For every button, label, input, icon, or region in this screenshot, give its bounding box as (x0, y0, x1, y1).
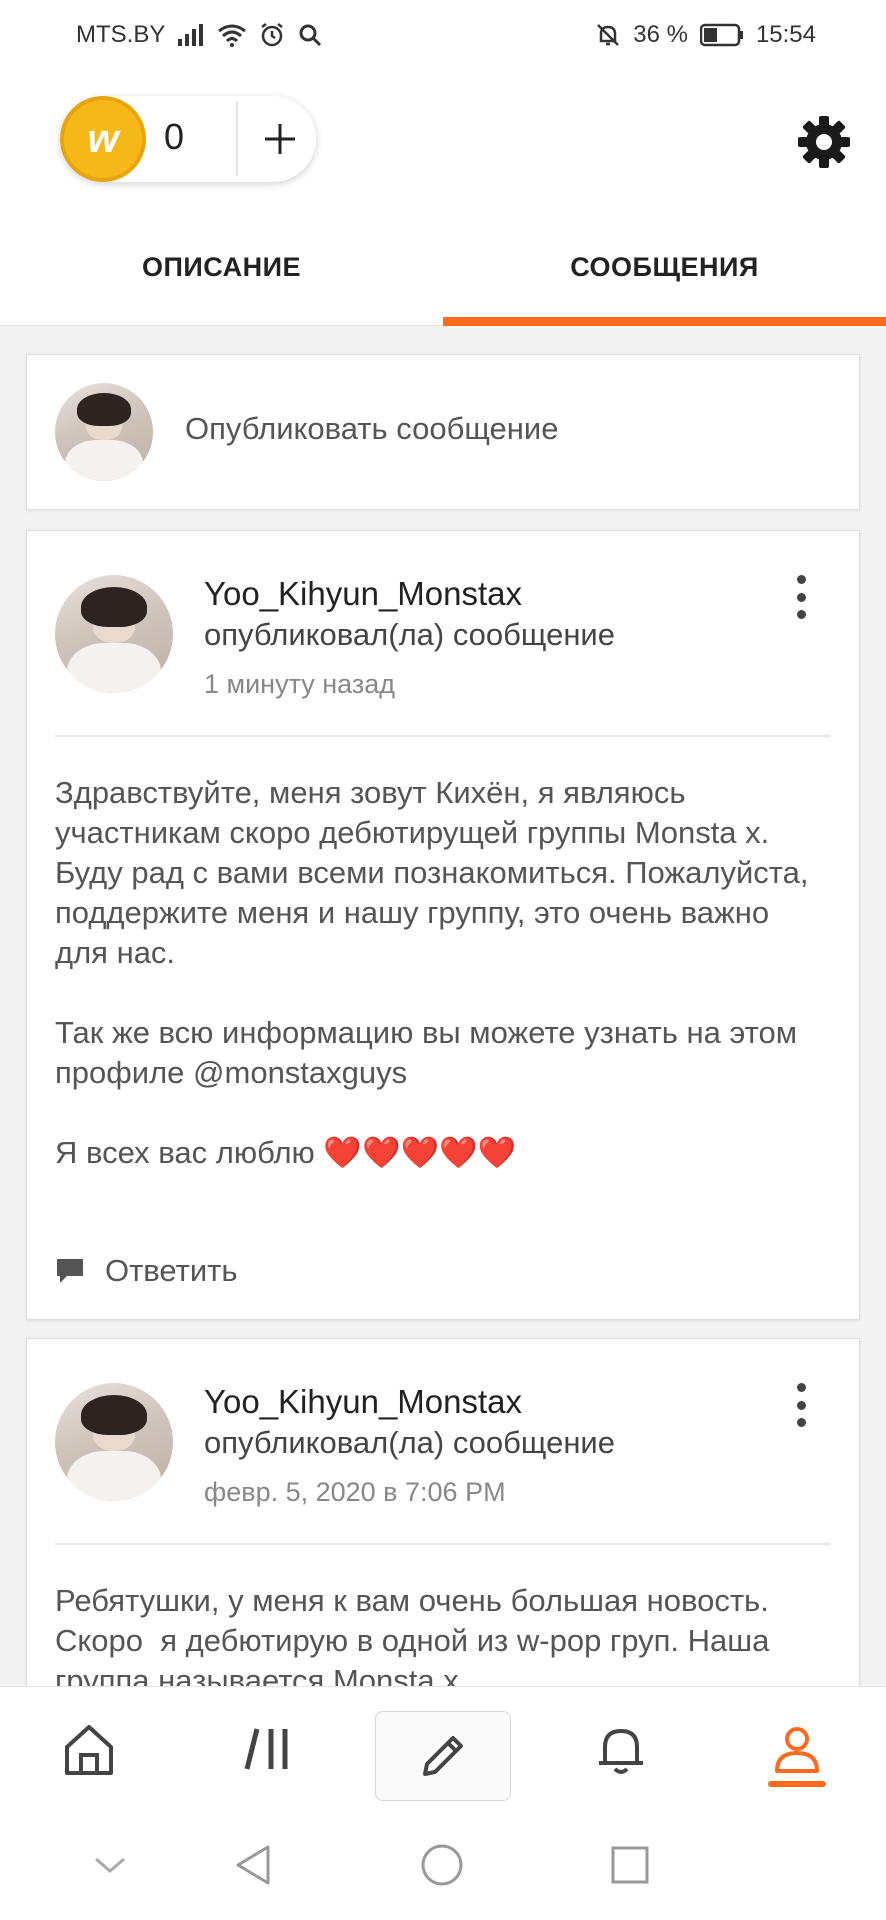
hide-keyboard-button[interactable] (80, 1840, 140, 1890)
buy-coins-button[interactable] (250, 104, 310, 174)
message-card: Yoo_Kihyun_Monstax опубликовал(ла) сообщ… (26, 1338, 860, 1718)
nav-profile[interactable] (752, 1707, 842, 1791)
nav-notifications[interactable] (576, 1707, 666, 1791)
message-action: опубликовал(ла) сообщение (204, 617, 615, 652)
home-icon (65, 1725, 113, 1775)
recents-icon (611, 1846, 649, 1884)
nav-library[interactable] (222, 1707, 312, 1791)
nav-write[interactable] (375, 1711, 511, 1801)
message-author[interactable]: Yoo_Kihyun_Monstax (204, 575, 522, 613)
recents-button[interactable] (600, 1840, 660, 1890)
tab-description[interactable]: ОПИСАНИЕ (0, 210, 443, 325)
notifications-icon (599, 1729, 643, 1774)
battery-percent: 36 % (633, 21, 688, 48)
gear-icon (798, 116, 850, 168)
hide-keyboard-icon (95, 1857, 125, 1873)
comment-icon (57, 1259, 83, 1283)
message-paragraph: Я всех вас люблю ❤️❤️❤️❤️❤️ (55, 1135, 517, 1170)
back-button[interactable] (224, 1840, 284, 1890)
status-left: MTS.BY (76, 21, 323, 49)
active-tab-indicator (768, 1781, 826, 1787)
coin-icon: w (60, 96, 146, 182)
status-right: 36 % 15:54 (595, 21, 816, 49)
app-header: w 0 (0, 70, 886, 210)
tab-messages[interactable]: СООБЩЕНИЯ (443, 210, 886, 326)
message-body: Здравствуйте, меня зовут Кихён, я являюс… (55, 773, 829, 1213)
settings-button[interactable] (796, 114, 852, 170)
reply-label: Ответить (105, 1253, 238, 1288)
home-system-button[interactable] (412, 1840, 472, 1890)
coin-wallet[interactable]: w 0 (60, 96, 316, 182)
bottom-nav (0, 1686, 886, 1810)
coin-letter: w (87, 116, 119, 161)
message-action: опубликовал(ла) сообщение (204, 1425, 615, 1460)
message-time: 1 минуту назад (204, 669, 396, 699)
avatar[interactable] (55, 1383, 173, 1501)
status-bar: MTS.BY 36 % 15:54 (0, 0, 886, 70)
compose-placeholder[interactable]: Опубликовать сообщение (185, 411, 558, 447)
reply-button[interactable]: Ответить (55, 1253, 238, 1289)
avatar[interactable] (55, 575, 173, 693)
message-paragraph: Здравствуйте, меня зовут Кихён, я являюс… (55, 775, 818, 970)
divider (55, 1543, 831, 1545)
divider (55, 735, 831, 737)
more-options-icon[interactable] (791, 1383, 811, 1427)
library-icon (244, 1728, 288, 1770)
profile-icon (775, 1727, 819, 1773)
message-paragraph: Ребятушки, у меня к вам очень большая но… (55, 1583, 779, 1698)
mute-icon (595, 22, 621, 48)
compose-card[interactable]: Опубликовать сообщение (26, 354, 860, 510)
alarm-icon (259, 22, 285, 48)
plus-icon (265, 124, 295, 154)
write-icon (423, 1736, 463, 1776)
message-card: Yoo_Kihyun_Monstax опубликовал(ла) сообщ… (26, 530, 860, 1320)
coin-count: 0 (164, 116, 185, 157)
search-icon (297, 22, 323, 48)
signal-icon (177, 23, 205, 47)
coin-divider (236, 102, 238, 176)
system-nav-bar (0, 1810, 886, 1920)
more-options-icon[interactable] (791, 575, 811, 619)
battery-icon (699, 23, 744, 47)
profile-tabs: ОПИСАНИЕ СООБЩЕНИЯ (0, 210, 886, 326)
home-circle-icon (421, 1844, 463, 1886)
carrier-label: MTS.BY (76, 21, 166, 48)
message-time: февр. 5, 2020 в 7:06 PM (204, 1477, 506, 1507)
wifi-icon (217, 23, 247, 47)
message-author[interactable]: Yoo_Kihyun_Monstax (204, 1383, 522, 1421)
clock: 15:54 (755, 21, 816, 48)
nav-home[interactable] (44, 1707, 134, 1791)
message-paragraph: Так же всю информацию вы можете узнать н… (55, 1015, 806, 1090)
avatar (55, 383, 153, 481)
back-icon (236, 1845, 270, 1885)
